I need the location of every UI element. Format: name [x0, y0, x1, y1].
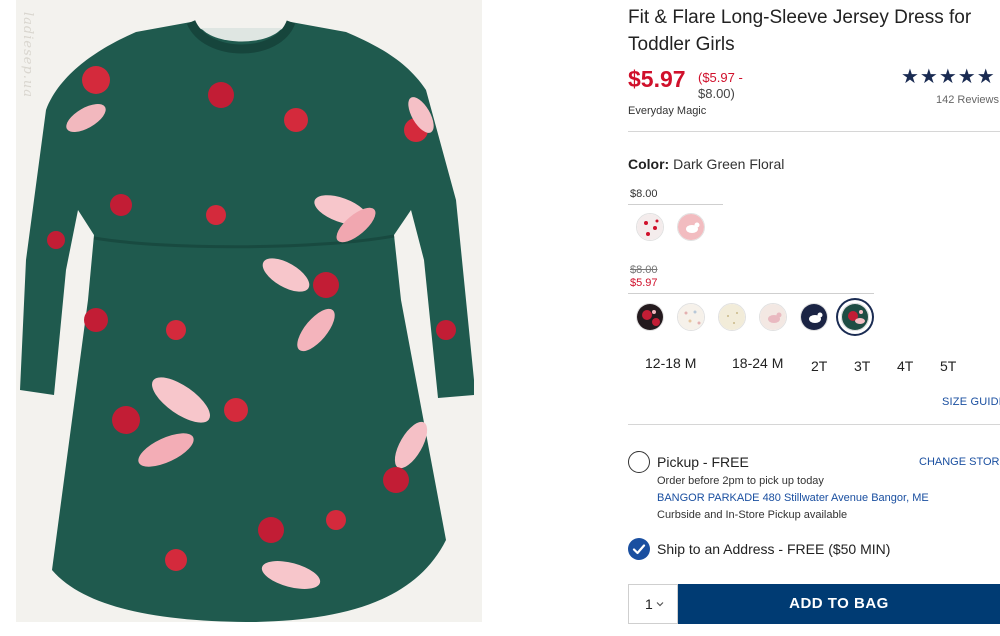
promo-badge: Everyday Magic [628, 105, 707, 117]
store-city: Bangor, ME [871, 492, 929, 504]
size-option-12-18m[interactable]: 12-18 M [645, 355, 696, 371]
dress-illustration [20, 19, 474, 622]
store-link[interactable]: BANGOR PARKADE 480 Stillwater Avenue Ban… [657, 492, 929, 504]
tier-divider [628, 293, 874, 294]
reviews-link[interactable]: 142 Reviews [936, 94, 999, 106]
add-to-bag-button[interactable]: ADD TO BAG [678, 584, 1000, 624]
tier-divider [628, 204, 723, 205]
size-option-18-24m[interactable]: 18-24 M [732, 355, 783, 371]
size-guide-link[interactable]: SIZE GUIDE [942, 396, 1000, 408]
tier-price-regular: $8.00 [630, 188, 658, 200]
price-range-high: $8.00) [698, 86, 735, 101]
size-option-4t[interactable]: 4T [897, 358, 913, 374]
size-option-3t[interactable]: 3T [854, 358, 870, 374]
pickup-label[interactable]: Pickup - FREE [657, 454, 749, 470]
size-option-5t[interactable]: 5T [940, 358, 956, 374]
product-image[interactable]: ladiesep.ua [16, 0, 482, 622]
store-name: BANGOR PARKADE [657, 492, 760, 504]
price-range: ($5.97 - $8.00) [698, 70, 758, 102]
watermark-text: ladiesep.ua [20, 12, 35, 99]
swatch-white-red-hearts[interactable] [636, 213, 664, 241]
swatch-pink-unicorn[interactable] [677, 213, 705, 241]
sale-price: $5.97 [628, 66, 686, 92]
store-note: Curbside and In-Store Pickup available [657, 509, 848, 521]
change-store-link[interactable]: CHANGE STORE [919, 456, 1000, 468]
color-selection: Color: Dark Green Floral [628, 156, 784, 172]
star-rating[interactable]: ★★★★★ [901, 64, 996, 89]
price-range-low: ($5.97 - [698, 70, 743, 85]
pickup-radio[interactable] [628, 451, 650, 473]
swatch-white-confetti-dots[interactable] [677, 303, 705, 331]
swatch-navy-unicorn[interactable] [800, 303, 828, 331]
product-title: Fit & Flare Long-Sleeve Jersey Dress for… [628, 7, 972, 55]
ship-radio-checked[interactable] [628, 538, 650, 560]
color-value: Dark Green Floral [673, 156, 785, 172]
swatch-ivory-unicorn[interactable] [759, 303, 787, 331]
pickup-note: Order before 2pm to pick up today [657, 475, 824, 487]
size-option-2t[interactable]: 2T [811, 358, 827, 374]
product-details-panel: Fit & Flare Long-Sleeve Jersey Dress for… [628, 0, 1000, 636]
chevron-down-icon [656, 602, 664, 607]
tier-price-original: $8.00 [630, 264, 658, 276]
swatch-black-red-floral[interactable] [636, 303, 664, 331]
quantity-value: 1 [645, 596, 653, 612]
store-address: 480 Stillwater Avenue [762, 492, 869, 504]
swatch-cream-sparkle[interactable] [718, 303, 746, 331]
tier-price-sale: $5.97 [630, 277, 658, 289]
ship-label[interactable]: Ship to an Address - FREE ($50 MIN) [657, 541, 890, 557]
divider [628, 131, 1000, 132]
swatch-dark-green-floral[interactable] [841, 303, 869, 331]
color-label: Color: [628, 156, 670, 172]
divider [628, 424, 1000, 425]
checkmark-icon [632, 544, 646, 555]
quantity-select[interactable]: 1 [628, 584, 678, 624]
